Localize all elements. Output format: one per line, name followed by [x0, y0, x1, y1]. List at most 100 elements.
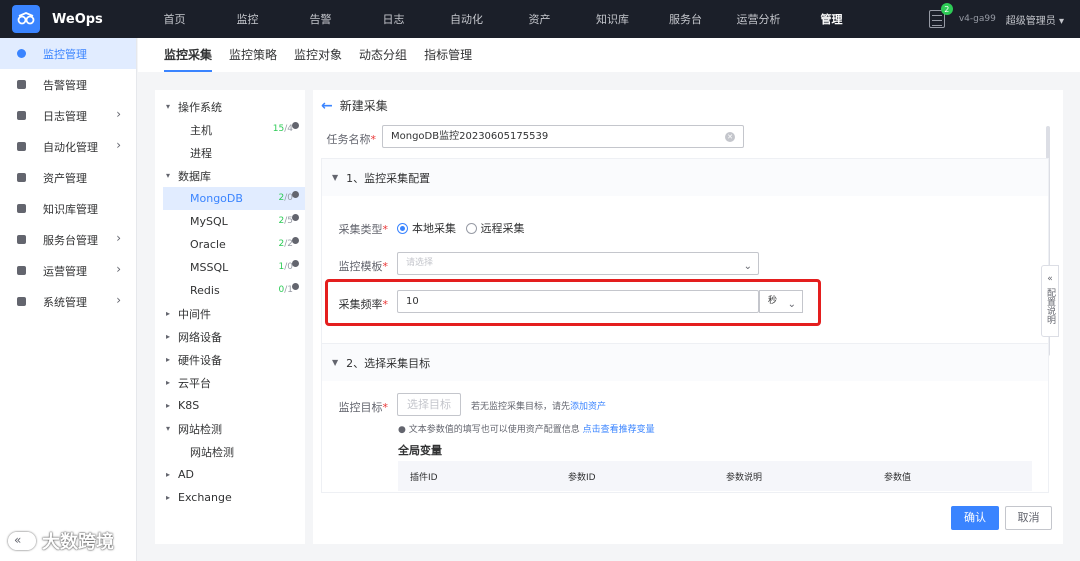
frequency-input[interactable]: 10 — [397, 290, 759, 313]
nav-asset[interactable]: 资产 — [503, 0, 576, 38]
radio-local-collect[interactable]: 本地采集 — [397, 220, 456, 236]
app-logo[interactable]: WeOps — [0, 5, 138, 33]
tree-node-mssql[interactable]: MSSQL 1/0 — [155, 256, 305, 279]
config-help-tab[interactable]: « 配置说明 — [1041, 265, 1059, 337]
create-collect-panel: ← 新建采集 任务名称* MongoDB监控20230605175539 ✕ ▼… — [313, 90, 1063, 544]
caret-right-icon: ▸ — [166, 332, 171, 341]
caret-right-icon: ▸ — [166, 470, 171, 479]
caret-down-icon: ▼ — [332, 173, 339, 182]
section-header[interactable]: ▼ 1、监控采集配置 — [322, 159, 1048, 196]
nav-log[interactable]: 日志 — [357, 0, 430, 38]
chevron-right-icon: › — [116, 138, 121, 152]
th-param-value: 参数值 — [884, 472, 912, 483]
tree-node-hardware[interactable]: ▸ 硬件设备 — [155, 348, 305, 371]
info-icon — [292, 214, 299, 221]
nav-knowledge[interactable]: 知识库 — [576, 0, 649, 38]
sidebar-item-ops[interactable]: 运营管理 › — [0, 255, 136, 286]
chevron-down-icon: ⌄ — [787, 299, 796, 310]
category-tree: ▾ 操作系统 主机 15/4 进程 ▾ 数据库 MongoDB 2/0 MySQL 2/5… — [155, 90, 305, 544]
sidebar-item-log[interactable]: 日志管理 › — [0, 100, 136, 131]
tab-dynamic-group[interactable]: 动态分组 — [359, 38, 407, 72]
tab-monitor-collect[interactable]: 监控采集 — [164, 38, 213, 72]
radio-remote-collect[interactable]: 远程采集 — [465, 220, 525, 236]
tab-monitor-object[interactable]: 监控对象 — [294, 38, 342, 72]
tree-node-label: MongoDB — [190, 192, 243, 205]
tree-node-website-check[interactable]: 网站检测 — [155, 440, 305, 463]
tree-node-label: 云平台 — [178, 376, 211, 390]
tree-node-label: 操作系统 — [178, 100, 222, 114]
book-icon — [17, 204, 26, 213]
caret-down-icon: ▼ — [332, 358, 339, 367]
tree-node-oracle[interactable]: Oracle 2/2 — [155, 233, 305, 256]
nav-monitor[interactable]: 监控 — [211, 0, 284, 38]
tree-node-middleware[interactable]: ▸ 中间件 — [155, 302, 305, 325]
select-target-button[interactable]: 选择目标 — [397, 393, 461, 416]
tree-node-cloud[interactable]: ▸ 云平台 — [155, 371, 305, 394]
watermark-logo-icon — [8, 532, 36, 550]
caret-down-icon: ▾ — [166, 171, 171, 180]
tree-node-website[interactable]: ▾ 网站检测 — [155, 417, 305, 440]
sidebar-item-label: 系统管理 — [43, 295, 87, 309]
chevron-down-icon: ⌄ — [743, 261, 752, 272]
section-header[interactable]: ▼ 2、选择采集目标 — [322, 344, 1048, 381]
main-nav: 首页 监控 告警 日志 自动化 资产 知识库 服务台 运营分析 管理 — [138, 0, 868, 38]
tree-node-network[interactable]: ▸ 网络设备 — [155, 325, 305, 348]
sidebar-item-label: 日志管理 — [43, 109, 87, 123]
frequency-unit-select[interactable]: 秒 ⌄ — [759, 290, 803, 313]
tree-node-host[interactable]: 主机 15/4 — [155, 118, 305, 141]
collect-type-radios: 本地采集 远程采集 — [397, 220, 531, 237]
asset-icon — [17, 173, 26, 182]
info-icon: ● — [398, 425, 409, 435]
tree-node-count: 0/1 — [278, 285, 294, 295]
nav-ops-analysis[interactable]: 运营分析 — [722, 0, 795, 38]
tree-node-label: MySQL — [190, 215, 228, 228]
info-icon — [292, 260, 299, 267]
cancel-button[interactable]: 取消 — [1005, 506, 1052, 530]
sidebar-item-alert[interactable]: 告警管理 — [0, 69, 136, 100]
confirm-button[interactable]: 确认 — [951, 506, 999, 530]
tree-node-redis[interactable]: Redis 0/1 — [155, 279, 305, 302]
tree-node-label: K8S — [178, 399, 200, 412]
tree-node-label: MSSQL — [190, 261, 229, 274]
nav-alert[interactable]: 告警 — [284, 0, 357, 38]
top-navbar: WeOps 首页 监控 告警 日志 自动化 资产 知识库 服务台 运营分析 管理… — [0, 0, 1080, 38]
add-asset-link[interactable]: 添加资产 — [570, 402, 606, 412]
frequency-label: 采集频率* — [338, 298, 389, 311]
tree-node-os[interactable]: ▾ 操作系统 — [155, 95, 305, 118]
target-label: 监控目标* — [338, 401, 389, 414]
nav-home[interactable]: 首页 — [138, 0, 211, 38]
sidebar-item-asset[interactable]: 资产管理 — [0, 162, 136, 193]
user-menu[interactable]: 超级管理员 ▾ — [1006, 12, 1064, 27]
sidebar-item-automation[interactable]: 自动化管理 › — [0, 131, 136, 162]
tree-node-k8s[interactable]: ▸ K8S — [155, 394, 305, 417]
nav-automation[interactable]: 自动化 — [430, 0, 503, 38]
sidebar-item-monitor[interactable]: 监控管理 — [0, 38, 136, 69]
tree-node-label: 进程 — [190, 146, 212, 160]
tree-node-label: 网站检测 — [190, 445, 234, 459]
sidebar-item-label: 运营管理 — [43, 264, 87, 278]
task-name-input[interactable]: MongoDB监控20230605175539 ✕ — [382, 125, 744, 148]
tree-node-process[interactable]: 进程 — [155, 141, 305, 164]
tree-node-ad[interactable]: ▸ AD — [155, 463, 305, 486]
tab-metric-management[interactable]: 指标管理 — [424, 38, 472, 72]
tree-node-mysql[interactable]: MySQL 2/5 — [155, 210, 305, 233]
nav-management[interactable]: 管理 — [795, 0, 868, 38]
sidebar-item-service-desk[interactable]: 服务台管理 › — [0, 224, 136, 255]
tree-node-mongodb[interactable]: MongoDB 2/0 — [163, 187, 305, 210]
tree-node-count: 2/2 — [278, 239, 294, 249]
sub-tabs: 监控采集 监控策略 监控对象 动态分组 指标管理 — [138, 38, 1080, 72]
back-arrow-icon[interactable]: ← — [321, 98, 333, 114]
nav-service-desk[interactable]: 服务台 — [649, 0, 722, 38]
sidebar-item-label: 服务台管理 — [43, 233, 98, 247]
template-select[interactable]: 请选择 ⌄ — [397, 252, 759, 275]
view-variables-link[interactable]: 点击查看推荐变量 — [583, 425, 655, 435]
tab-monitor-policy[interactable]: 监控策略 — [229, 38, 277, 72]
sidebar-item-knowledge[interactable]: 知识库管理 — [0, 193, 136, 224]
clear-icon[interactable]: ✕ — [725, 132, 735, 142]
tree-node-database[interactable]: ▾ 数据库 — [155, 164, 305, 187]
sidebar-item-system[interactable]: 系统管理 › — [0, 286, 136, 317]
tree-node-exchange[interactable]: ▸ Exchange — [155, 486, 305, 509]
sidebar-item-label: 告警管理 — [43, 78, 87, 92]
notification-doc-icon[interactable]: 2 — [928, 3, 953, 28]
caret-right-icon: ▸ — [166, 378, 171, 387]
